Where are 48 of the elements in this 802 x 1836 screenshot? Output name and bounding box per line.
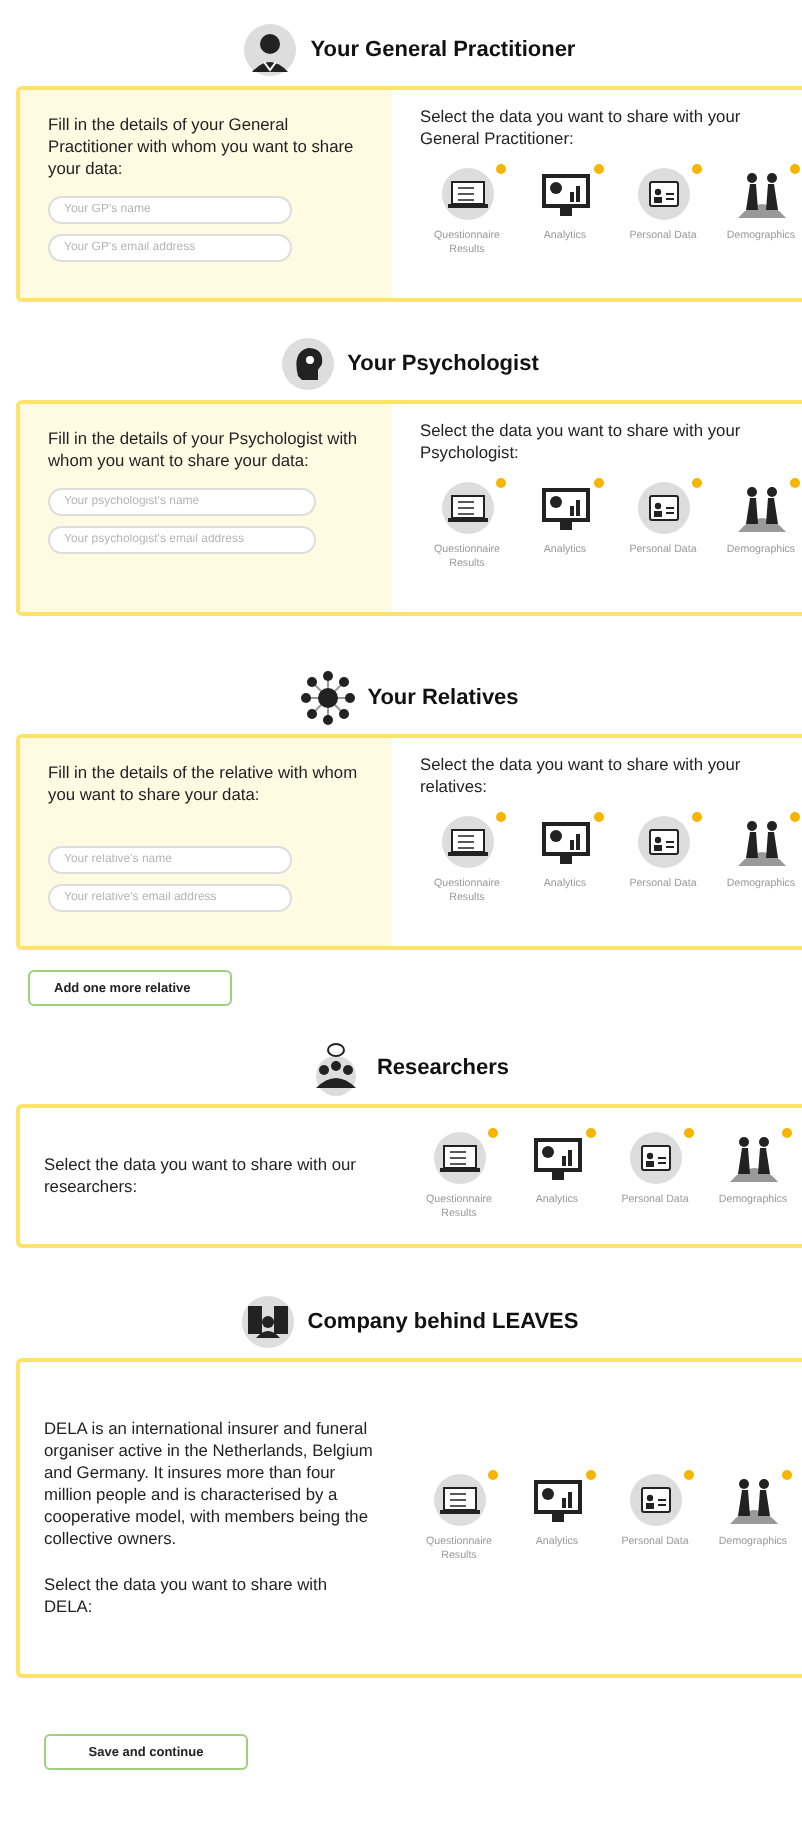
head-icon (279, 336, 336, 392)
info-dot-icon (594, 478, 604, 488)
info-dot-icon (790, 164, 800, 174)
intro-text: Fill in the details of your Psychologist with whom you want to share your data: (48, 428, 360, 472)
section-title: Researchers (376, 1056, 510, 1080)
info-dot-icon (684, 1128, 694, 1138)
laptop-list-icon (439, 814, 495, 870)
info-dot-icon (692, 812, 702, 822)
id-card-icon (627, 1130, 683, 1186)
info-dot-icon (684, 1470, 694, 1480)
info-dot-icon (594, 164, 604, 174)
info-dot-icon (488, 1128, 498, 1138)
laptop-list-icon (439, 166, 495, 222)
info-dot-icon (496, 478, 506, 488)
section-title: Your Relatives (367, 686, 519, 710)
description-text: DELA is an international insurer and funeral organiser active in the Netherlands, Belgium and Germany. It insures more than four million people and is characterised by a cooperative model, with members being the collective owners. (44, 1418, 375, 1550)
doctor-icon (242, 22, 299, 78)
description-text: Select the data you want to share with our researchers: (44, 1154, 358, 1198)
id-card-icon (635, 166, 691, 222)
info-dot-icon (692, 478, 702, 488)
info-dot-icon (594, 812, 604, 822)
info-dot-icon (488, 1470, 498, 1480)
info-dot-icon (692, 164, 702, 174)
intro-text: Fill in the details of your General Practitioner with whom you want to share your data: (48, 114, 356, 180)
info-dot-icon (586, 1470, 596, 1480)
id-card-icon (635, 480, 691, 536)
prompt-text: Select the data you want to share with your General Practitioner: (420, 106, 743, 150)
info-dot-icon (586, 1128, 596, 1138)
laptop-list-icon (439, 480, 495, 536)
info-dot-icon (496, 812, 506, 822)
section-title: Company behind LEAVES (307, 1310, 579, 1334)
office-people-icon (239, 1294, 296, 1350)
section-title: Your Psychologist (347, 352, 539, 376)
intro-text: Fill in the details of the relative with whom you want to share your data: (48, 762, 360, 806)
info-dot-icon (782, 1128, 792, 1138)
info-dot-icon (496, 164, 506, 174)
id-card-icon (635, 814, 691, 870)
section-title: Your General Practitioner (310, 38, 576, 62)
description-text: Select the data you want to share with DELA: (44, 1574, 330, 1618)
laptop-list-icon (431, 1130, 487, 1186)
info-dot-icon (790, 812, 800, 822)
info-dot-icon (790, 478, 800, 488)
laptop-list-icon (431, 1472, 487, 1528)
id-card-icon (627, 1472, 683, 1528)
people-network-icon (299, 670, 356, 726)
prompt-text: Select the data you want to share with your Psychologist: (420, 420, 743, 464)
prompt-text: Select the data you want to share with your relatives: (420, 754, 743, 798)
info-dot-icon (782, 1470, 792, 1480)
